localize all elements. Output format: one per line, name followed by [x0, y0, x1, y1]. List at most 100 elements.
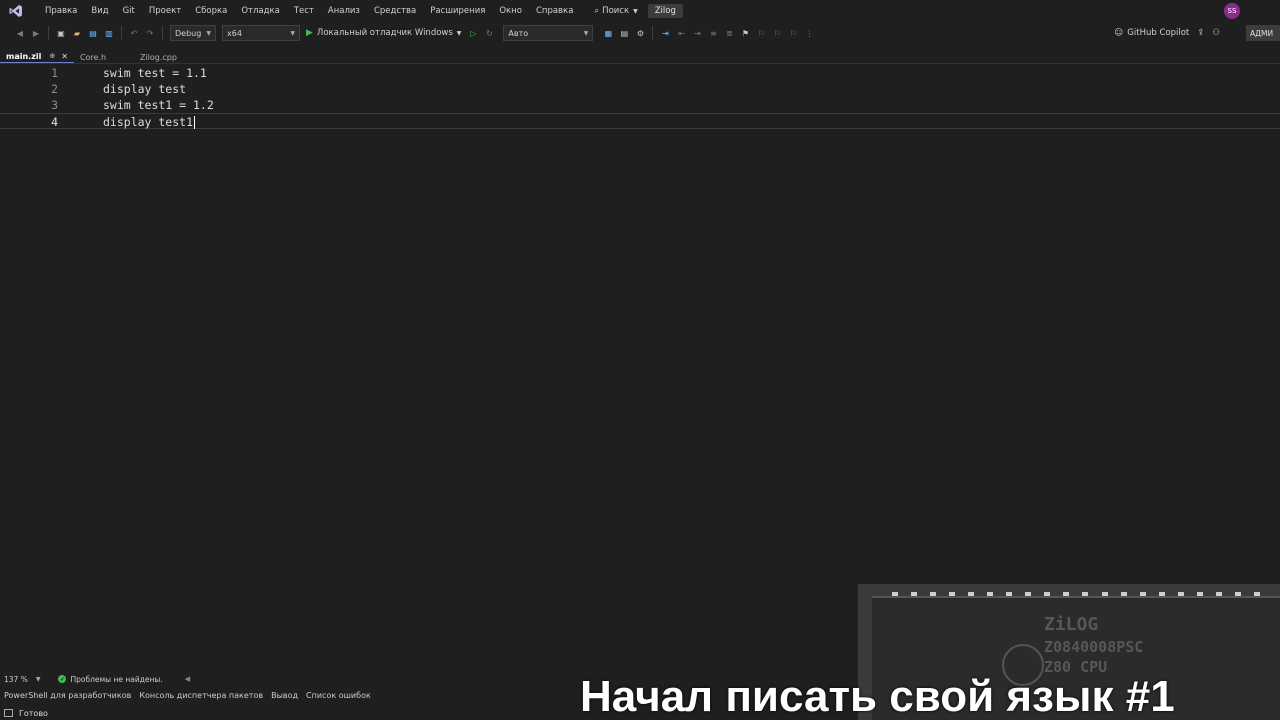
chevron-down-icon: ▼ [633, 7, 638, 15]
outdent-icon[interactable]: ⇤ [675, 27, 687, 39]
prev-bookmark-icon[interactable]: ⚐ [755, 27, 767, 39]
pin-icon[interactable]: ⊕ [49, 52, 55, 60]
chevron-down-icon: ▼ [456, 29, 462, 37]
toolbar-divider [121, 26, 122, 40]
search-label: Поиск [602, 6, 630, 16]
status-icon [4, 709, 13, 717]
next-bookmark-icon[interactable]: ⚐ [771, 27, 783, 39]
chevron-down-icon: ▼ [583, 29, 589, 37]
code-line[interactable]: 1 swim test = 1.1 [0, 65, 1280, 81]
indent-icon[interactable]: ⇥ [691, 27, 703, 39]
avatar[interactable]: SS [1224, 3, 1240, 19]
zoom-value: 137 % [4, 674, 28, 684]
tab-error-list[interactable]: Список ошибок [302, 691, 375, 700]
menu-view[interactable]: Вид [84, 0, 115, 22]
save-all-icon[interactable]: ▥ [103, 27, 115, 39]
step-icon[interactable]: ⇥ [659, 27, 671, 39]
menu-bar: Правка Вид Git Проект Сборка Отладка Тес… [0, 0, 1280, 22]
line-number: 4 [51, 115, 58, 129]
problems-text: Проблемы не найдены. [70, 674, 163, 684]
check-circle-icon: ✓ [58, 675, 67, 683]
uncomment-icon[interactable]: ≣ [723, 27, 735, 39]
code-line[interactable]: 2 display test [0, 81, 1280, 97]
problems-indicator[interactable]: ✓ Проблемы не найдены. [58, 674, 163, 684]
github-copilot-button[interactable]: ☺ GitHub Copilot ⇪ ⚇ [1114, 22, 1220, 44]
bookmark-icon[interactable]: ⚑ [739, 27, 751, 39]
line-code-wrapper[interactable]: display test1 [103, 114, 196, 130]
redo-icon[interactable]: ↷ [144, 27, 156, 39]
menu-build[interactable]: Сборка [188, 0, 234, 22]
code-line[interactable]: 3 swim test1 = 1.2 [0, 97, 1280, 113]
code-editor[interactable]: 1 swim test = 1.1 2 display test 3 swim … [0, 64, 1280, 672]
current-code-line[interactable]: 4 display test1 [0, 113, 1280, 129]
menu-debug[interactable]: Отладка [234, 0, 287, 22]
chevron-down-icon: ▼ [35, 675, 41, 683]
browser-link-icon[interactable]: ▦ [602, 27, 614, 39]
line-code[interactable]: display test [103, 81, 186, 97]
line-number: 3 [51, 98, 58, 112]
tab-label: Core.h [79, 52, 107, 62]
tools-icon[interactable]: ⚙ [634, 27, 646, 39]
scroll-left-icon[interactable]: ◀ [185, 675, 190, 683]
feedback-icon[interactable]: ⚇ [1212, 28, 1220, 38]
toolbar-divider [48, 26, 49, 40]
configuration-value: Debug [175, 28, 202, 38]
overflow-icon[interactable]: ⋮ [803, 27, 815, 39]
video-caption: Начал писать свой язык #1 [580, 674, 1175, 720]
undo-icon[interactable]: ↶ [128, 27, 140, 39]
clear-bookmarks-icon[interactable]: ⚐ [787, 27, 799, 39]
share-icon[interactable]: ⇪ [1197, 28, 1204, 38]
search-icon: ⌕ [594, 6, 600, 16]
line-number: 1 [51, 66, 58, 80]
save-icon[interactable]: ▤ [87, 27, 99, 39]
tab-output[interactable]: Вывод [267, 691, 302, 700]
menu-analyze[interactable]: Анализ [321, 0, 367, 22]
tab-label: main.zil [6, 51, 42, 61]
chevron-down-icon: ▼ [206, 29, 211, 37]
hot-reload-icon[interactable]: ↻ [483, 27, 495, 39]
document-tabs: main.zil ⊕ ✕ Core.h Zilog.cpp [0, 50, 1280, 64]
menu-help[interactable]: Справка [529, 0, 580, 22]
configuration-dropdown[interactable]: Debug ▼ [170, 25, 216, 41]
tab-core-h[interactable]: Core.h [74, 50, 134, 64]
platform-value: x64 [227, 28, 242, 38]
visual-studio-logo-icon[interactable] [8, 3, 24, 19]
toolbar-divider [652, 26, 654, 40]
text-caret [194, 116, 196, 129]
chevron-down-icon: ▼ [290, 29, 295, 37]
platform-dropdown[interactable]: x64 ▼ [222, 25, 300, 41]
new-project-icon[interactable]: ▣ [55, 27, 67, 39]
tab-developer-powershell[interactable]: PowerShell для разработчиков [0, 691, 135, 700]
tab-package-manager-console[interactable]: Консоль диспетчера пакетов [135, 691, 267, 700]
line-number: 2 [51, 82, 58, 96]
menu-git[interactable]: Git [116, 0, 142, 22]
comment-icon[interactable]: ≡ [707, 27, 719, 39]
target-value: Авто [508, 28, 529, 38]
line-code[interactable]: swim test1 = 1.2 [103, 97, 214, 113]
admin-button[interactable]: АДМИ [1246, 25, 1280, 41]
menu-test[interactable]: Тест [287, 0, 321, 22]
chip-part-number: Z0840008PSC [1044, 638, 1144, 656]
target-dropdown[interactable]: Авто ▼ [503, 25, 594, 41]
tab-main-zil[interactable]: main.zil ⊕ ✕ [0, 50, 74, 64]
menu-project[interactable]: Проект [142, 0, 188, 22]
start-without-debugging-icon[interactable]: ▷ [467, 27, 479, 39]
back-icon[interactable]: ◀ [14, 27, 26, 39]
line-code[interactable]: swim test = 1.1 [103, 65, 207, 81]
menu-tools[interactable]: Средства [367, 0, 423, 22]
menu-window[interactable]: Окно [492, 0, 529, 22]
close-icon[interactable]: ✕ [61, 52, 68, 61]
toolbar-divider [162, 26, 163, 40]
run-debugger-button[interactable]: ▶ Локальный отладчик Windows ▼ [306, 28, 461, 38]
solution-name-badge: Zilog [647, 4, 683, 18]
layout-icon[interactable]: ▤ [618, 27, 630, 39]
open-folder-icon[interactable]: ▰ [71, 27, 83, 39]
forward-icon[interactable]: ▶ [30, 27, 42, 39]
menu-edit[interactable]: Правка [38, 0, 84, 22]
menu-extensions[interactable]: Расширения [423, 0, 492, 22]
copilot-label: GitHub Copilot [1127, 28, 1190, 38]
zoom-dropdown[interactable]: 137 % ▼ [4, 675, 40, 684]
tab-zilog-cpp[interactable]: Zilog.cpp [134, 50, 183, 64]
line-code[interactable]: display test1 [103, 115, 193, 129]
search-button[interactable]: ⌕ Поиск ▼ [594, 6, 637, 16]
